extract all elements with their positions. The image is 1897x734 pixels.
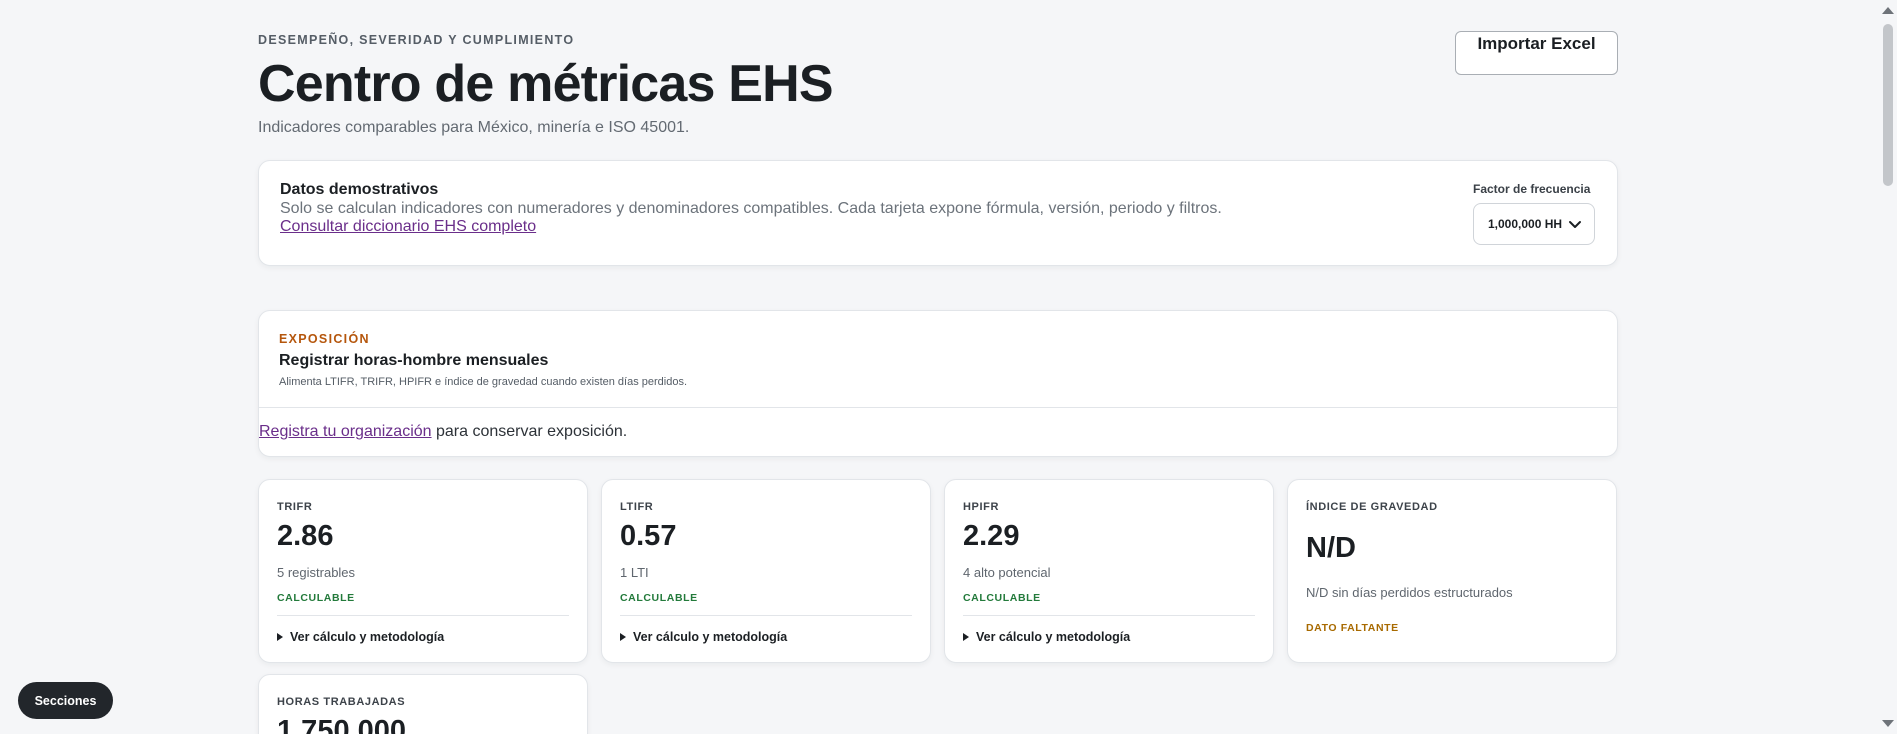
import-excel-button[interactable]: Importar Excel	[1455, 31, 1618, 75]
demo-title: Datos demostrativos	[280, 181, 439, 198]
methodology-toggle[interactable]: Ver cálculo y metodología	[963, 630, 1130, 644]
metric-card-ltifr: LTIFR 0.57 1 LTI CALCULABLE Ver cálculo …	[601, 479, 931, 663]
caret-right-icon	[963, 633, 969, 641]
caret-right-icon	[620, 633, 626, 641]
metric-label: TRIFR	[277, 501, 313, 513]
scrollbar-thumb[interactable]	[1883, 24, 1893, 186]
metric-card-severity-index: ÍNDICE DE GRAVEDAD N/D N/D sin días perd…	[1287, 479, 1617, 663]
chevron-down-icon	[1569, 221, 1581, 228]
frequency-factor-label: Factor de frecuencia	[1473, 182, 1591, 196]
metric-card-trifr: TRIFR 2.86 5 registrables CALCULABLE Ver…	[258, 479, 588, 663]
metric-status-badge: DATO FALTANTE	[1306, 622, 1399, 634]
page-title: Centro de métricas EHS	[258, 55, 834, 113]
scrollbar[interactable]	[1880, 0, 1897, 734]
metric-status-badge: CALCULABLE	[620, 592, 698, 604]
scroll-up-icon[interactable]	[1882, 7, 1894, 14]
methodology-toggle-label: Ver cálculo y metodología	[976, 630, 1131, 644]
divider	[259, 407, 1617, 408]
divider	[963, 615, 1255, 616]
metric-card-hours-worked: HORAS TRABAJADAS 1,750,000	[258, 674, 588, 734]
metric-status-badge: CALCULABLE	[277, 592, 355, 604]
metric-value: 0.57	[620, 520, 677, 552]
demo-description: Solo se calculan indicadores con numerad…	[280, 200, 1222, 217]
demo-data-card: Datos demostrativos Solo se calculan ind…	[258, 160, 1618, 266]
exposure-card: EXPOSICIÓN Registrar horas-hombre mensua…	[258, 310, 1618, 457]
divider	[620, 615, 912, 616]
metric-value: 2.29	[963, 520, 1020, 552]
methodology-toggle-label: Ver cálculo y metodología	[290, 630, 445, 644]
divider	[277, 615, 569, 616]
page-eyebrow: DESEMPEÑO, SEVERIDAD Y CUMPLIMIENTO	[258, 33, 575, 47]
page-subtitle: Indicadores comparables para México, min…	[258, 119, 690, 136]
metric-label: HORAS TRABAJADAS	[277, 696, 406, 708]
exposure-title: Registrar horas-hombre mensuales	[279, 352, 549, 369]
frequency-factor-value: 1,000,000 HH	[1488, 217, 1563, 231]
ehs-dictionary-link[interactable]: Consultar diccionario EHS completo	[280, 218, 536, 236]
metric-value: 1,750,000	[277, 715, 407, 734]
metric-subtext: N/D sin días perdidos estructurados	[1306, 585, 1513, 600]
exposure-description: Alimenta LTIFR, TRIFR, HPIFR e índice de…	[279, 376, 688, 388]
exposure-footer: Registra tu organización para conservar …	[259, 423, 627, 441]
metric-label: ÍNDICE DE GRAVEDAD	[1306, 501, 1438, 513]
register-organization-link[interactable]: Registra tu organización	[259, 423, 432, 440]
exposure-footer-text: para conservar exposición.	[431, 423, 628, 440]
metric-subtext: 1 LTI	[620, 565, 649, 580]
methodology-toggle-label: Ver cálculo y metodología	[633, 630, 788, 644]
metric-value: N/D	[1306, 532, 1356, 564]
metric-label: HPIFR	[963, 501, 999, 513]
frequency-factor-select[interactable]: 1,000,000 HH	[1473, 203, 1595, 245]
exposure-eyebrow: EXPOSICIÓN	[279, 332, 370, 346]
metric-subtext: 5 registrables	[277, 565, 356, 580]
caret-right-icon	[277, 633, 283, 641]
metric-subtext: 4 alto potencial	[963, 565, 1051, 580]
metric-card-hpifr: HPIFR 2.29 4 alto potencial CALCULABLE V…	[944, 479, 1274, 663]
metric-status-badge: CALCULABLE	[963, 592, 1041, 604]
scroll-down-icon[interactable]	[1882, 720, 1894, 727]
sections-button[interactable]: Secciones	[18, 682, 113, 719]
methodology-toggle[interactable]: Ver cálculo y metodología	[277, 630, 444, 644]
metric-label: LTIFR	[620, 501, 654, 513]
methodology-toggle[interactable]: Ver cálculo y metodología	[620, 630, 787, 644]
metric-value: 2.86	[277, 520, 334, 552]
